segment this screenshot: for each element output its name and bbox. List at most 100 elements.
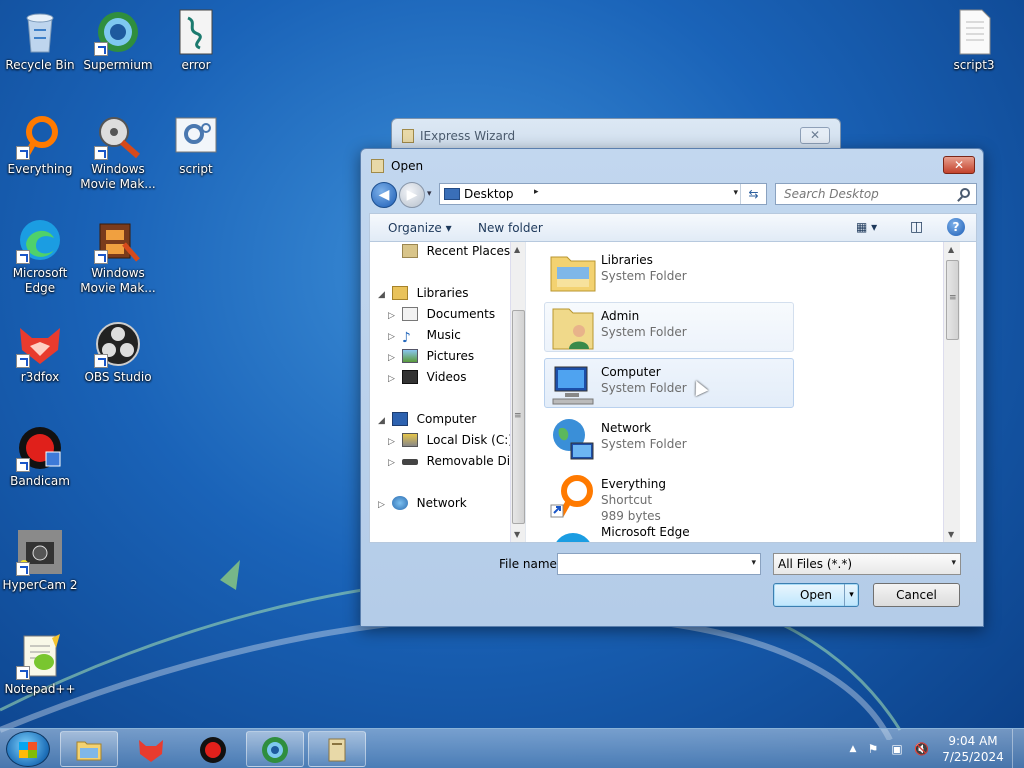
desktop-icon-script[interactable]: script xyxy=(156,112,236,177)
desktop-icon-microsoft-edge[interactable]: Microsoft Edge xyxy=(0,216,80,296)
close-button[interactable]: ✕ xyxy=(943,156,975,174)
show-desktop-button[interactable] xyxy=(1012,729,1024,768)
file-type-select[interactable]: All Files (*.*) ▾ xyxy=(773,553,961,575)
expander-icon[interactable]: ▷ xyxy=(388,458,398,468)
nav-item-label: Local Disk (C:) xyxy=(426,433,513,447)
nav-item-videos[interactable]: ▷ Videos xyxy=(388,370,467,390)
desktop-icon-r3dfox[interactable]: r3dfox xyxy=(0,320,80,385)
file-item-everything[interactable]: Everything Shortcut 989 bytes xyxy=(544,470,794,524)
address-location[interactable]: Desktop xyxy=(464,187,514,201)
desktop-icon-notepad-plus-plus[interactable]: Notepad++ xyxy=(0,632,80,697)
address-dropdown-icon[interactable]: ▾ xyxy=(733,188,738,198)
expander-icon[interactable]: ◢ xyxy=(378,416,388,426)
desktop-icon-recycle-bin[interactable]: Recycle Bin xyxy=(0,8,80,73)
new-folder-button[interactable]: New folder xyxy=(478,221,543,235)
expander-icon[interactable]: ▷ xyxy=(378,500,388,510)
taskbar-bandicam-button[interactable] xyxy=(184,731,242,767)
file-item-microsoft-edge[interactable]: Microsoft Edge xyxy=(544,525,794,542)
preview-pane-button[interactable]: ◫ xyxy=(910,219,923,235)
view-options-button[interactable]: ▦ ▾ xyxy=(856,220,877,234)
chevron-down-icon[interactable]: ▾ xyxy=(951,558,956,568)
taskbar-supermium-button[interactable] xyxy=(246,731,304,767)
nav-item-network[interactable]: ▷ Network xyxy=(378,496,467,516)
taskbar-r3dfox-button[interactable] xyxy=(122,731,180,767)
show-hidden-icons-icon[interactable]: ▲ xyxy=(846,742,860,756)
nav-pane-scrollbar[interactable]: ▲ ≡ ▼ xyxy=(510,242,525,542)
action-center-flag-icon[interactable]: ⚑ xyxy=(866,742,880,756)
scroll-up-arrow[interactable]: ▲ xyxy=(514,245,520,254)
help-icon[interactable]: ? xyxy=(947,218,965,236)
open-button-label: Open xyxy=(799,588,833,602)
scroll-down-arrow[interactable]: ▼ xyxy=(514,530,520,539)
scroll-up-arrow[interactable]: ▲ xyxy=(948,245,954,254)
scrollbar-thumb[interactable]: ≡ xyxy=(512,310,525,524)
expander-icon[interactable]: ◢ xyxy=(378,290,388,300)
desktop-icon-label: Recycle Bin xyxy=(5,58,75,72)
desktop-icon-windows-movie-maker-2[interactable]: Windows Movie Mak... xyxy=(78,216,158,296)
desktop-icon-error[interactable]: error xyxy=(156,8,236,73)
chevron-down-icon[interactable]: ▾ xyxy=(751,558,756,568)
clock-time: 9:04 AM xyxy=(948,734,998,748)
desktop-icon-windows-movie-maker[interactable]: Windows Movie Mak... xyxy=(78,112,158,192)
nav-item-removable-disk[interactable]: ▷ Removable Disk ( xyxy=(388,454,525,474)
expander-icon[interactable]: ▷ xyxy=(388,332,398,342)
nav-item-computer[interactable]: ◢ Computer xyxy=(378,412,476,432)
dialog-title: Open xyxy=(391,159,424,173)
volume-muted-icon[interactable]: 🔇 xyxy=(914,742,929,756)
open-split-dropdown[interactable]: ▾ xyxy=(844,584,858,606)
file-list-scrollbar[interactable]: ▲ ≡ ▼ xyxy=(943,242,960,542)
open-button[interactable]: Open ▾ xyxy=(773,583,859,607)
supermium-icon xyxy=(262,737,288,763)
search-icon[interactable] xyxy=(960,188,970,198)
expander-icon[interactable]: ▷ xyxy=(388,437,398,447)
network-status-icon[interactable]: ▣ xyxy=(890,742,904,756)
nav-item-documents[interactable]: ▷ Documents xyxy=(388,307,495,327)
file-item-network[interactable]: Network System Folder xyxy=(544,414,794,464)
desktop-icon-label: Windows Movie Mak... xyxy=(80,266,156,295)
breadcrumb-arrow-icon[interactable]: ▸ xyxy=(534,187,539,197)
nav-item-recent-places[interactable]: Recent Places xyxy=(388,244,510,264)
file-name-input[interactable]: ▾ xyxy=(557,553,761,575)
desktop-icon-hypercam[interactable]: HyperCam 2 xyxy=(0,528,80,593)
shortcut-arrow-icon xyxy=(16,666,30,680)
shortcut-arrow-icon xyxy=(94,250,108,264)
nav-item-libraries[interactable]: ◢ Libraries xyxy=(378,286,468,306)
expander-icon[interactable]: ▷ xyxy=(388,353,398,363)
file-item-libraries[interactable]: Libraries System Folder xyxy=(544,246,794,296)
navigation-bar: ◀ ▶ ▾ Desktop ▸ ▾ ⇆ Search Desktop xyxy=(369,181,977,208)
desktop-icon-bandicam[interactable]: Bandicam xyxy=(0,424,80,489)
clock[interactable]: 9:04 AM 7/25/2024 xyxy=(940,733,1006,765)
scroll-down-arrow[interactable]: ▼ xyxy=(948,530,954,539)
file-item-admin[interactable]: Admin System Folder xyxy=(544,302,794,352)
nav-item-pictures[interactable]: ▷ Pictures xyxy=(388,349,474,369)
file-name: Microsoft Edge xyxy=(601,525,690,539)
desktop-icon-script3[interactable]: script3 xyxy=(934,8,1014,73)
taskbar-iexpress-button[interactable] xyxy=(308,731,366,767)
bandicam-icon xyxy=(200,737,226,763)
back-button[interactable]: ◀ xyxy=(371,182,397,208)
search-input[interactable]: Search Desktop xyxy=(775,183,977,205)
forward-button[interactable]: ▶ xyxy=(399,182,425,208)
removable-disk-icon xyxy=(401,459,418,465)
expander-icon[interactable]: ▷ xyxy=(388,311,398,321)
desktop-icon-supermium[interactable]: Supermium xyxy=(78,8,158,73)
scrollbar-thumb[interactable]: ≡ xyxy=(946,260,959,340)
close-button[interactable]: ✕ xyxy=(800,127,830,144)
folder-icon xyxy=(76,741,102,761)
history-dropdown-icon[interactable]: ▾ xyxy=(427,189,437,199)
nav-item-local-disk[interactable]: ▷ Local Disk (C:) xyxy=(388,433,513,453)
nav-item-music[interactable]: ▷ ♪ Music xyxy=(388,328,461,348)
desktop-icon-everything[interactable]: Everything xyxy=(0,112,80,177)
organize-button[interactable]: Organize ▾ xyxy=(388,221,452,235)
start-button[interactable] xyxy=(6,731,50,767)
shortcut-arrow-icon xyxy=(16,250,30,264)
desktop-icon-obs-studio[interactable]: OBS Studio xyxy=(78,320,158,385)
cancel-button[interactable]: Cancel xyxy=(873,583,960,607)
nav-item-label: Recent Places xyxy=(426,244,511,258)
refresh-button[interactable]: ⇆ xyxy=(740,184,766,204)
taskbar-explorer-button[interactable] xyxy=(60,731,118,767)
file-item-computer[interactable]: Computer System Folder xyxy=(544,358,794,408)
address-bar[interactable]: Desktop ▸ ▾ ⇆ xyxy=(439,183,767,205)
expander-icon[interactable]: ▷ xyxy=(388,374,398,384)
shortcut-arrow-icon xyxy=(16,354,30,368)
